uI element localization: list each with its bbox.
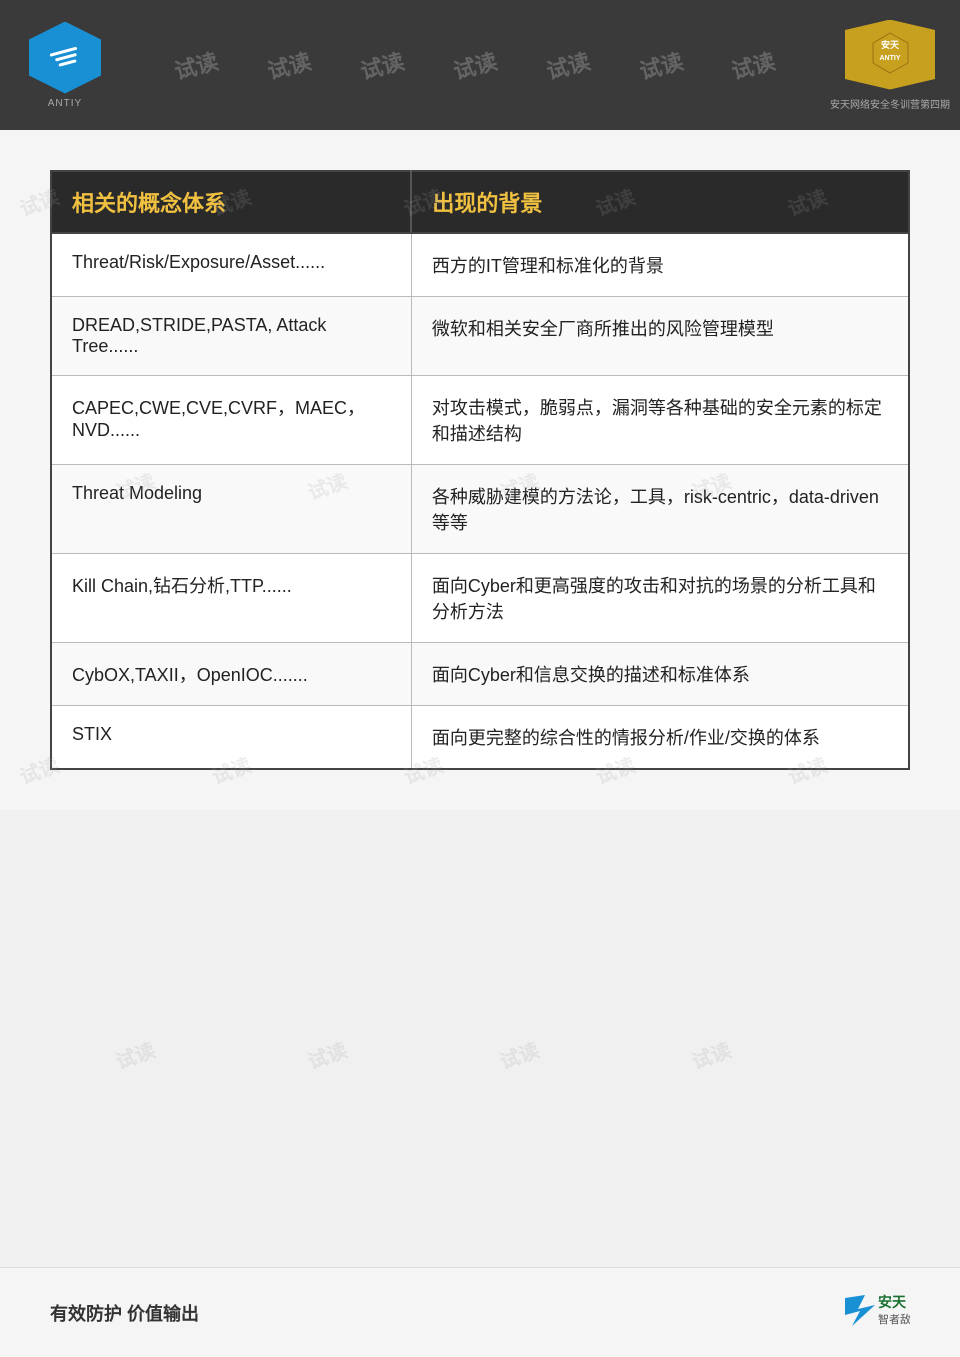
footer-logo: 安天 智者敌天下 [840, 1293, 910, 1333]
logo-area: ANTIY [0, 0, 130, 130]
logo-hexagon [29, 22, 101, 94]
logo-text: ANTIY [48, 98, 82, 109]
header-watermarks: 试读 试读 试读 试读 试读 试读 试读 [130, 49, 820, 81]
table-cell-left-4: Kill Chain,钻石分析,TTP...... [51, 554, 411, 643]
col1-header: 相关的概念体系 [51, 171, 411, 233]
table-cell-right-1: 微软和相关安全厂商所推出的风险管理模型 [411, 297, 909, 376]
wm-2: 试读 [264, 44, 315, 86]
table-cell-left-5: CybOX,TAXII，OpenIOC....... [51, 643, 411, 706]
wm-6: 试读 [635, 44, 686, 86]
table-row: CAPEC,CWE,CVE,CVRF，MAEC，NVD......对攻击模式，脆… [51, 376, 909, 465]
table-row: Threat/Risk/Exposure/Asset......西方的IT管理和… [51, 233, 909, 297]
bwm-17: 试读 [495, 1034, 543, 1075]
table-cell-right-2: 对攻击模式，脆弱点，漏洞等各种基础的安全元素的标定和描述结构 [411, 376, 909, 465]
table-row: Kill Chain,钻石分析,TTP......面向Cyber和更高强度的攻击… [51, 554, 909, 643]
footer-logo-icon: 安天 智者敌天下 [840, 1293, 910, 1333]
table-row: DREAD,STRIDE,PASTA, Attack Tree......微软和… [51, 297, 909, 376]
table-cell-right-5: 面向Cyber和信息交换的描述和标准体系 [411, 643, 909, 706]
table-cell-right-4: 面向Cyber和更高强度的攻击和对抗的场景的分析工具和分析方法 [411, 554, 909, 643]
svg-text:智者敌天下: 智者敌天下 [878, 1312, 910, 1326]
table-cell-left-3: Threat Modeling [51, 465, 411, 554]
table-cell-left-1: DREAD,STRIDE,PASTA, Attack Tree...... [51, 297, 411, 376]
header-subtitle: 安天网络安全冬训营第四期 [830, 96, 950, 111]
wm-7: 试读 [728, 44, 779, 86]
svg-text:ANTIY: ANTIY [879, 55, 900, 62]
table-cell-right-6: 面向更完整的综合性的情报分析/作业/交换的体系 [411, 706, 909, 770]
footer-tagline: 有效防护 价值输出 [50, 1300, 199, 1326]
bwm-16: 试读 [303, 1034, 351, 1075]
table-row: STIX面向更完整的综合性的情报分析/作业/交换的体系 [51, 706, 909, 770]
table-cell-right-3: 各种威胁建模的方法论，工具，risk-centric，data-driven等等 [411, 465, 909, 554]
header: ANTIY 试读 试读 试读 试读 试读 试读 试读 安天 ANTIY 安天网络… [0, 0, 960, 130]
table-row: CybOX,TAXII，OpenIOC.......面向Cyber和信息交换的描… [51, 643, 909, 706]
antiy-badge: 安天 ANTIY [845, 20, 935, 90]
table-row: Threat Modeling各种威胁建模的方法论，工具，risk-centri… [51, 465, 909, 554]
antiy-badge-text: 安天 ANTIY [863, 28, 918, 82]
table-cell-left-2: CAPEC,CWE,CVE,CVRF，MAEC，NVD...... [51, 376, 411, 465]
logo-lines [50, 47, 81, 69]
table-header-row: 相关的概念体系 出现的背景 [51, 171, 909, 233]
table-cell-left-0: Threat/Risk/Exposure/Asset...... [51, 233, 411, 297]
svg-text:安天: 安天 [880, 39, 899, 50]
wm-4: 试读 [450, 44, 501, 86]
footer: 有效防护 价值输出 安天 智者敌天下 [0, 1267, 960, 1357]
main-content: 相关的概念体系 出现的背景 Threat/Risk/Exposure/Asset… [0, 130, 960, 810]
bwm-18: 试读 [687, 1034, 735, 1075]
svg-text:安天: 安天 [878, 1294, 907, 1310]
data-table: 相关的概念体系 出现的背景 Threat/Risk/Exposure/Asset… [50, 170, 910, 770]
wm-1: 试读 [171, 44, 222, 86]
header-logo-right: 安天 ANTIY 安天网络安全冬训营第四期 [820, 0, 960, 130]
wm-5: 试读 [542, 44, 593, 86]
col2-header: 出现的背景 [411, 171, 909, 233]
table-cell-right-0: 西方的IT管理和标准化的背景 [411, 233, 909, 297]
logo-line-3 [58, 59, 76, 67]
wm-3: 试读 [357, 44, 408, 86]
bwm-15: 试读 [111, 1034, 159, 1075]
table-cell-left-6: STIX [51, 706, 411, 770]
